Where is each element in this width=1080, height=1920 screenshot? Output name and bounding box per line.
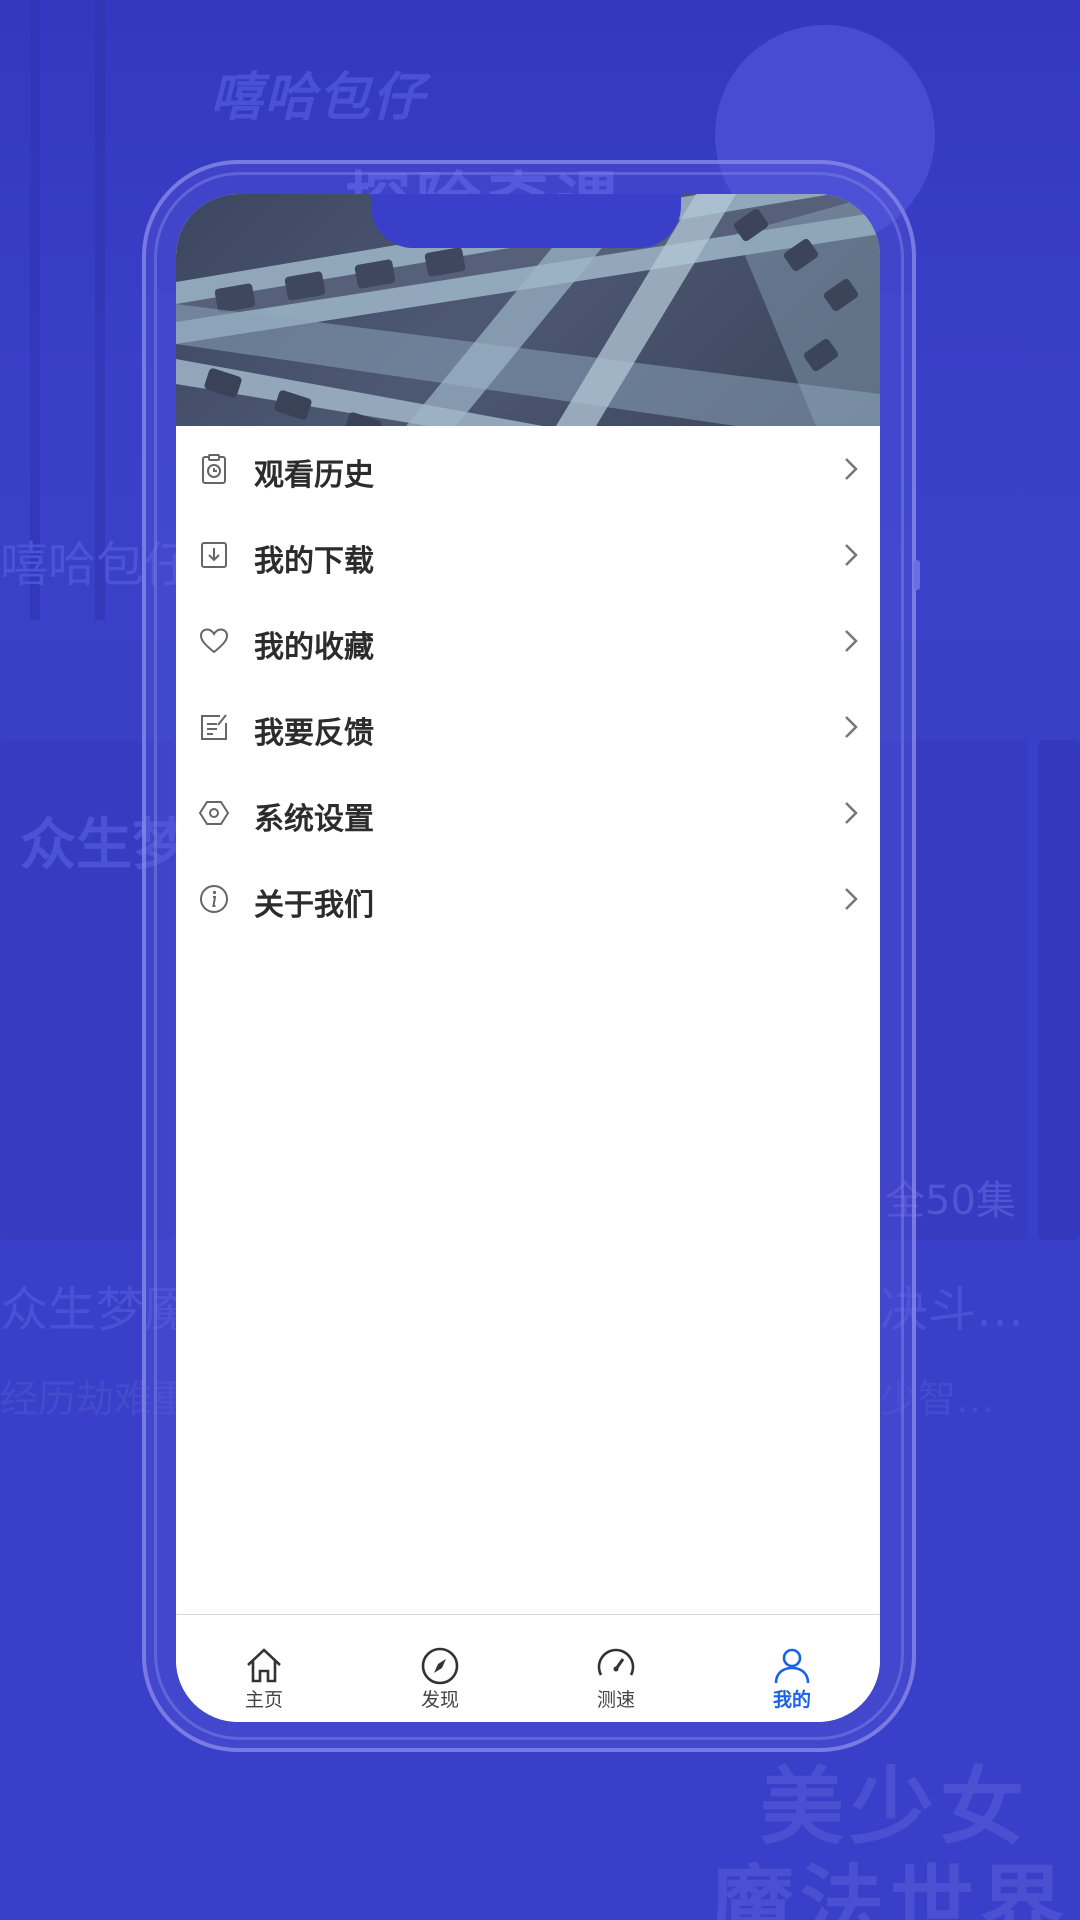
menu-item-label: 我的收藏 <box>254 630 374 665</box>
chevron-right-icon <box>845 888 858 910</box>
download-icon <box>201 542 227 568</box>
menu-item-label: 观看历史 <box>254 458 374 493</box>
menu-item-label: 我要反馈 <box>254 716 374 751</box>
chevron-right-icon <box>845 630 858 652</box>
tab-discover[interactable]: 发现 <box>352 1615 528 1722</box>
background-bottom-text: 魔法世界 <box>710 1856 1071 1920</box>
tab-home[interactable]: 主页 <box>176 1615 352 1722</box>
profile-menu: 观看历史 我的下载 我的收藏 我要反馈 系统设置 关于我们 <box>176 426 880 942</box>
tab-mine[interactable]: 我的 <box>704 1615 880 1722</box>
menu-item-my-favorites[interactable]: 我的收藏 <box>176 598 880 684</box>
chevron-right-icon <box>845 802 858 824</box>
menu-item-label: 关于我们 <box>254 888 374 923</box>
menu-item-label: 我的下载 <box>254 544 374 579</box>
history-clipboard-icon <box>202 454 226 484</box>
background-card <box>1038 740 1080 1240</box>
phone-screen: 观看历史 我的下载 我的收藏 我要反馈 系统设置 关于我们 主页 发现 测速 我… <box>176 194 880 1722</box>
menu-item-label: 系统设置 <box>254 802 374 837</box>
tab-label: 主页 <box>244 1689 283 1711</box>
menu-item-feedback[interactable]: 我要反馈 <box>176 684 880 770</box>
tab-label: 测速 <box>596 1689 635 1711</box>
chevron-right-icon <box>845 544 858 566</box>
tab-label: 我的 <box>772 1689 811 1711</box>
user-icon <box>774 1648 810 1684</box>
menu-item-my-downloads[interactable]: 我的下载 <box>176 512 880 598</box>
compass-icon <box>421 1647 459 1685</box>
settings-hexagon-icon <box>198 801 230 825</box>
speedometer-icon <box>597 1648 635 1676</box>
tab-speed-test[interactable]: 测速 <box>528 1615 704 1722</box>
tab-label: 发现 <box>420 1689 459 1711</box>
phone-notch <box>371 194 681 248</box>
feedback-edit-icon <box>201 714 227 740</box>
menu-item-about-us[interactable]: 关于我们 <box>176 856 880 942</box>
menu-item-watch-history[interactable]: 观看历史 <box>176 426 880 512</box>
menu-item-system-settings[interactable]: 系统设置 <box>176 770 880 856</box>
info-icon <box>200 885 228 913</box>
heart-icon <box>199 628 229 654</box>
chevron-right-icon <box>845 458 858 480</box>
home-icon <box>247 1648 281 1683</box>
bottom-tab-bar: 主页 发现 测速 我的 <box>176 1614 880 1722</box>
phone-side-button <box>914 560 920 590</box>
background-title: 嘻哈包仔 <box>210 68 427 128</box>
chevron-right-icon <box>845 716 858 738</box>
